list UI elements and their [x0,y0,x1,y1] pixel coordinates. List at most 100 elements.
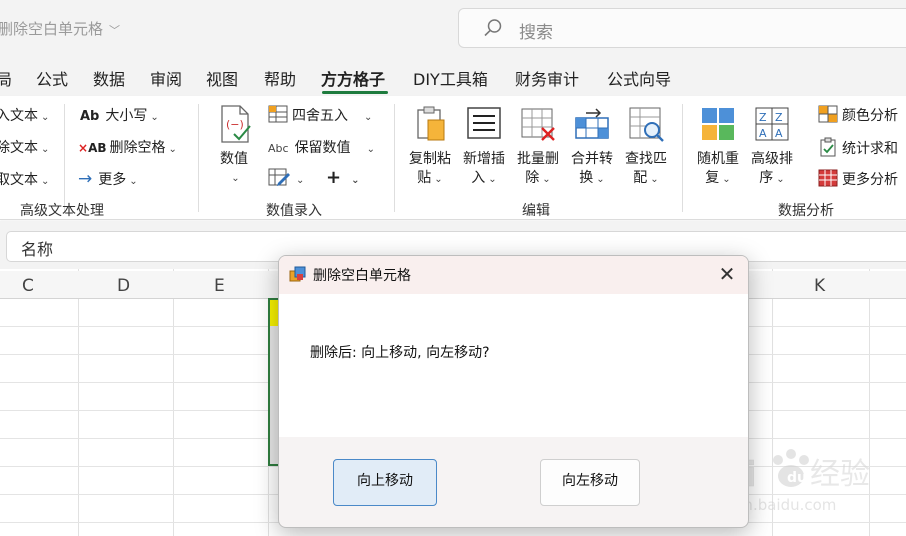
tab-formulas[interactable]: 公式 [36,66,68,90]
find-icon [629,107,664,142]
add-button[interactable]: + ⌄ [326,167,359,188]
case-button[interactable]: Ab 大小写 ⌄ [80,105,159,125]
find-match-button[interactable]: 查找匹 配 ⌄ [620,104,672,189]
tab-layout[interactable]: 局 [0,66,12,90]
value-button[interactable]: (−) 数值 ⌄ [214,104,254,188]
round-label: 四舍五入 [292,108,348,124]
chevron-down-icon: ⌄ [366,144,375,155]
tab-view[interactable]: 视图 [206,66,238,90]
tab-data[interactable]: 数据 [93,66,125,90]
tab-finance-audit[interactable]: 财务审计 [515,66,579,90]
round-button[interactable]: 四舍五入 ⌄ [268,105,372,125]
chevron-down-icon: ⌄ [231,173,240,184]
close-icon[interactable]: ✕ [715,263,739,287]
batch-delete-label: 批量删 [517,151,559,167]
insert-text-label: 入文本 [0,108,38,124]
merge-icon [575,108,609,139]
extract-text-button[interactable]: 取文本 ⌄ [0,169,49,189]
batch-delete-label-2: 除 [525,170,540,186]
color-analysis-button[interactable]: 颜色分析 [818,105,898,125]
insert-text-button[interactable]: 入文本 ⌄ [0,105,49,125]
stats-sum-button[interactable]: 统计求和 [818,137,898,158]
chevron-down-icon: ⌄ [129,176,138,187]
move-up-button[interactable]: 向上移动 [333,459,437,506]
search-box[interactable]: 搜索 [458,8,906,48]
separator [198,104,199,212]
tab-help[interactable]: 帮助 [264,66,296,90]
chevron-down-icon: ⌄ [364,112,373,123]
group-label-data-analysis: 数据分析 [778,203,834,219]
document-title-text: 删除空白单元格 [0,20,104,38]
insert-rows-icon [467,107,501,139]
svg-text:Z: Z [775,111,783,124]
abc-icon: Abc [268,142,289,155]
remove-text-button[interactable]: 除文本 ⌄ [0,137,49,157]
dialog-title-bar: 删除空白单元格 ✕ [279,256,748,294]
edit-table-icon [268,168,290,186]
chevron-down-icon: ⌄ [351,175,360,186]
dialog-title: 删除空白单元格 [313,268,411,284]
active-tab-indicator [322,91,388,94]
random-repeat-button[interactable]: 随机重 复 ⌄ [692,104,744,189]
sort-icon: Z ZA A [755,107,789,141]
advanced-sort-button[interactable]: ZZAA 高级排 序 ⌄ [746,104,798,189]
clipboard-check-icon [820,137,836,157]
extract-text-label: 取文本 [0,172,38,188]
insert-button[interactable]: 新增插 入 ⌄ [458,104,510,189]
color-analysis-label: 颜色分析 [842,108,898,124]
tab-fangfanggezi[interactable]: 方方格子 [321,66,385,90]
more-analysis-button[interactable]: 更多分析 [818,169,898,189]
table-icon [268,105,288,123]
svg-text:A: A [759,127,767,140]
separator [64,104,65,212]
arrow-right-icon: → [78,169,93,189]
chevron-down-icon: ⌄ [542,174,551,185]
tab-formula-wizard[interactable]: 公式向导 [607,66,671,90]
find-match-label: 查找匹 [625,151,667,167]
batch-delete-button[interactable]: 批量删 除 ⌄ [512,104,564,189]
column-header-c[interactable]: C [22,276,34,296]
plus-icon: + [326,167,342,188]
edit-cell-button[interactable]: ⌄ [268,167,304,187]
group-label-edit: 编辑 [522,203,550,219]
svg-text:(−): (−) [226,118,244,131]
column-header-d[interactable]: D [117,276,130,296]
keep-value-label: 保留数值 [294,140,351,156]
chevron-down-icon: ⌄ [722,174,731,185]
delete-table-icon [521,108,555,141]
dialog-message: 删除后: 向上移动, 向左移动? [310,345,490,361]
random-repeat-label-2: 复 [705,170,720,186]
copy-paste-label: 复制粘 [409,151,451,167]
merge-convert-button[interactable]: 合并转 换 ⌄ [566,104,618,189]
merge-convert-label: 合并转 [571,151,613,167]
keep-value-button[interactable]: Abc 保留数值 ⌄ [268,137,375,157]
clipboard-icon [417,106,445,141]
remove-text-label: 除文本 [0,140,38,156]
ribbon: 入文本 ⌄ 除文本 ⌄ 取文本 ⌄ Ab 大小写 ⌄ ×AB 删除空格 ⌄ → 更多 ⌄ 高级文本… [0,96,906,220]
tab-diy-toolbox[interactable]: DIY工具箱 [413,66,488,90]
search-icon [484,19,502,37]
more-analysis-label: 更多分析 [842,172,898,188]
title-bar: 删除空白单元格 ﹀ 搜索 [0,0,906,56]
remove-space-label: 删除空格 [109,140,166,156]
grid-line [772,269,773,536]
move-left-button[interactable]: 向左移动 [540,459,640,506]
copy-paste-button[interactable]: 复制粘 贴 ⌄ [404,104,456,189]
app-icon [289,266,306,282]
grid-line [78,269,79,536]
remove-space-button[interactable]: ×AB 删除空格 ⌄ [78,137,177,157]
chevron-down-icon: ⌄ [776,174,785,185]
stats-sum-label: 统计求和 [842,141,898,157]
chevron-down-icon: ⌄ [650,174,659,185]
chevron-down-icon: ⌄ [596,174,605,185]
separator [394,104,395,212]
ribbon-tabs: 局 公式 数据 审阅 视图 帮助 方方格子 DIY工具箱 财务审计 公式向导 [0,56,906,96]
column-header-k[interactable]: K [814,276,825,296]
document-title[interactable]: 删除空白单元格 ﹀ [0,18,120,39]
chevron-down-icon: ⌄ [41,112,50,123]
separator [682,104,683,212]
more-text-button[interactable]: → 更多 ⌄ [78,169,138,189]
copy-paste-label-2: 贴 [417,170,432,186]
column-header-e[interactable]: E [214,276,225,296]
tab-review[interactable]: 审阅 [150,66,182,90]
